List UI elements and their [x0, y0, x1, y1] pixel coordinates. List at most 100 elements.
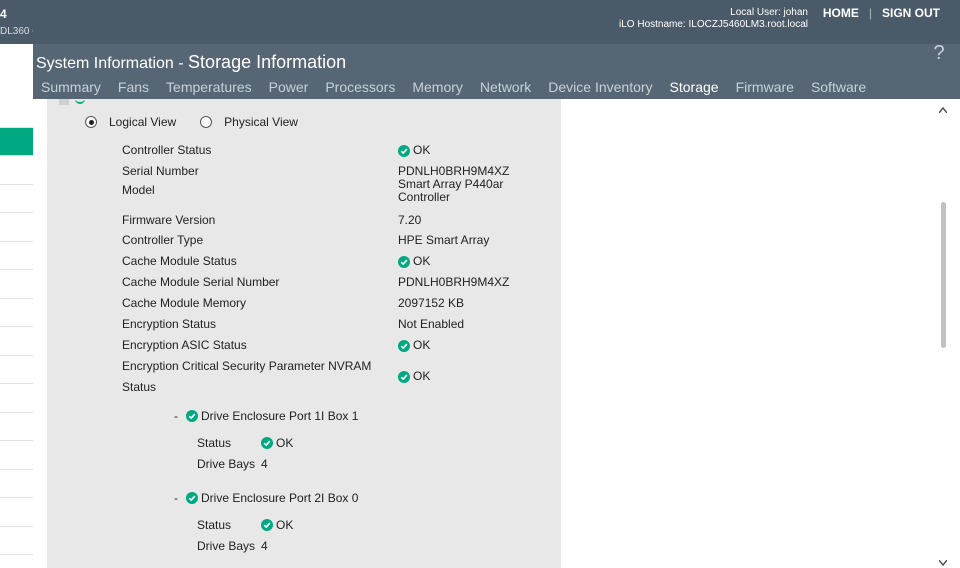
property-label-text: Encryption ASIC Status	[122, 338, 247, 352]
logical-view-radio[interactable]	[85, 116, 97, 128]
property-value-wrapper: 7.20	[398, 214, 421, 227]
check-circle-icon	[261, 519, 273, 531]
page-title: System Information - Storage Information	[36, 52, 346, 73]
enclosure-status-label: Status	[197, 436, 232, 450]
sidebar-brand-band: 4 DL360 Gen9	[0, 0, 57, 44]
drive-enclosure-header[interactable]: - Drive Enclosure Port 1I Box 1	[174, 409, 358, 423]
sidebar-nav-list	[0, 99, 33, 555]
tab-power[interactable]: Power	[269, 78, 309, 96]
sidebar-item[interactable]	[0, 498, 33, 527]
property-value-text: HPE Smart Array	[398, 233, 490, 247]
collapse-toggle[interactable]: -	[174, 409, 178, 423]
property-label-text: Serial Number	[122, 164, 199, 178]
check-circle-icon	[398, 255, 410, 268]
physical-view-radio[interactable]	[200, 116, 213, 128]
enclosure-drive-bays-value: 4	[261, 457, 268, 471]
scroll-up-icon[interactable]	[939, 107, 947, 113]
check-circle-icon	[186, 410, 198, 422]
property-label: Cache Module Serial Number	[122, 272, 279, 293]
property-value: Not Enabled	[398, 318, 464, 331]
scroll-thumb[interactable]	[941, 202, 946, 348]
enclosure-status-value: OK	[261, 518, 293, 532]
property-label: Encryption ASIC Status	[122, 335, 247, 356]
tab-summary[interactable]: Summary	[41, 78, 101, 96]
status-icon-fragment	[75, 99, 85, 104]
property-value-text: PDNLH0BRH9M4XZ	[398, 275, 510, 289]
property-value-wrapper: OK	[413, 144, 430, 157]
sign-out-link[interactable]: SIGN OUT	[878, 6, 944, 20]
sidebar-item[interactable]	[0, 270, 33, 299]
vertical-scrollbar[interactable]	[937, 99, 949, 568]
property-value-wrapper: OK	[413, 255, 430, 268]
property-value: 7.20	[398, 214, 421, 227]
collapse-toggle[interactable]: -	[174, 491, 178, 505]
property-value-text: OK	[413, 143, 431, 157]
sidebar-item[interactable]	[0, 356, 33, 384]
tab-firmware[interactable]: Firmware	[736, 78, 794, 96]
property-label: Controller Status	[122, 140, 211, 161]
sidebar-item[interactable]	[0, 470, 33, 498]
check-circle-icon	[261, 437, 273, 449]
ilo-hostname-label: iLO Hostname: ILOCZJ5460LM3.root.local	[619, 19, 808, 30]
home-link[interactable]: HOME	[819, 6, 863, 20]
logical-view-label[interactable]: Logical View	[109, 115, 176, 129]
check-circle-icon	[398, 144, 410, 157]
property-label: Cache Module Status	[122, 251, 237, 272]
property-label: Encryption Critical Security Parameter N…	[122, 356, 371, 398]
sidebar-item[interactable]	[0, 527, 33, 555]
property-value-text: 7.20	[398, 213, 422, 227]
collapse-toggle-fragment[interactable]	[59, 99, 69, 105]
tab-software[interactable]: Software	[811, 78, 866, 96]
property-label-text: Controller Status	[122, 143, 212, 157]
sidebar-item[interactable]	[0, 327, 33, 356]
property-label: Serial Number	[122, 161, 199, 182]
drive-enclosure-header[interactable]: - Drive Enclosure Port 2I Box 0	[174, 491, 358, 505]
sidebar-item[interactable]	[0, 213, 33, 242]
brand-logo-fragment: 4	[0, 7, 7, 21]
question-mark-icon[interactable]: ?	[930, 40, 948, 64]
physical-view-label[interactable]: Physical View	[224, 115, 298, 129]
property-label-text: Controller Type	[122, 233, 204, 247]
tab-network[interactable]: Network	[480, 78, 531, 96]
property-label-text: Model	[122, 183, 155, 197]
drive-enclosure-name: Drive Enclosure Port 1I Box 1	[201, 409, 359, 423]
page-title-section: Storage Information	[188, 52, 347, 72]
tab-memory[interactable]: Memory	[412, 78, 463, 96]
scroll-down-icon[interactable]	[939, 560, 947, 566]
property-value-text: Not Enabled	[398, 317, 465, 331]
property-value-wrapper: Smart Array P440ar Controller	[398, 178, 503, 204]
sidebar-item[interactable]	[0, 413, 33, 441]
sidebar-item[interactable]	[0, 299, 33, 327]
sidebar-item[interactable]	[0, 441, 33, 470]
tab-temperatures[interactable]: Temperatures	[166, 78, 252, 96]
property-value: OK	[398, 255, 430, 268]
property-value-text: 2097152 KB	[398, 296, 465, 310]
tab-device-inventory[interactable]: Device Inventory	[548, 78, 652, 96]
enclosure-status-label: Status	[197, 518, 232, 532]
sidebar-item[interactable]	[0, 384, 33, 413]
property-value-wrapper: Not Enabled	[398, 318, 464, 331]
tab-storage[interactable]: Storage	[670, 78, 719, 96]
tab-bar: Summary Fans Temperatures Power Processors Me…	[41, 78, 883, 96]
check-circle-icon	[186, 492, 198, 504]
sidebar-item[interactable]	[0, 99, 33, 128]
top-link-separator: |	[868, 6, 872, 20]
storage-controller-panel: Logical View Physical View Controller St…	[47, 99, 561, 568]
enclosure-status-text: OK	[276, 518, 294, 532]
sidebar-item[interactable]	[0, 242, 33, 270]
sidebar-item[interactable]	[0, 156, 33, 185]
property-value-wrapper: OK	[413, 370, 430, 383]
sidebar-item-active[interactable]	[0, 127, 33, 156]
property-label-text: Encryption Critical Security Parameter N…	[122, 359, 372, 373]
property-value: OK	[398, 370, 430, 383]
enclosure-status-text: OK	[276, 436, 294, 450]
property-value: HPE Smart Array	[398, 234, 489, 247]
tab-fans[interactable]: Fans	[118, 78, 149, 96]
property-value: OK	[398, 144, 430, 157]
property-value: PDNLH0BRH9M4XZ	[398, 276, 509, 289]
page-header: Local User: johan iLO Hostname: ILOCZJ54…	[33, 0, 960, 99]
property-value-text-line2: Controller	[398, 190, 451, 204]
tab-processors[interactable]: Processors	[325, 78, 395, 96]
sidebar-item[interactable]	[0, 185, 33, 213]
drive-enclosure-name: Drive Enclosure Port 2I Box 0	[201, 491, 359, 505]
